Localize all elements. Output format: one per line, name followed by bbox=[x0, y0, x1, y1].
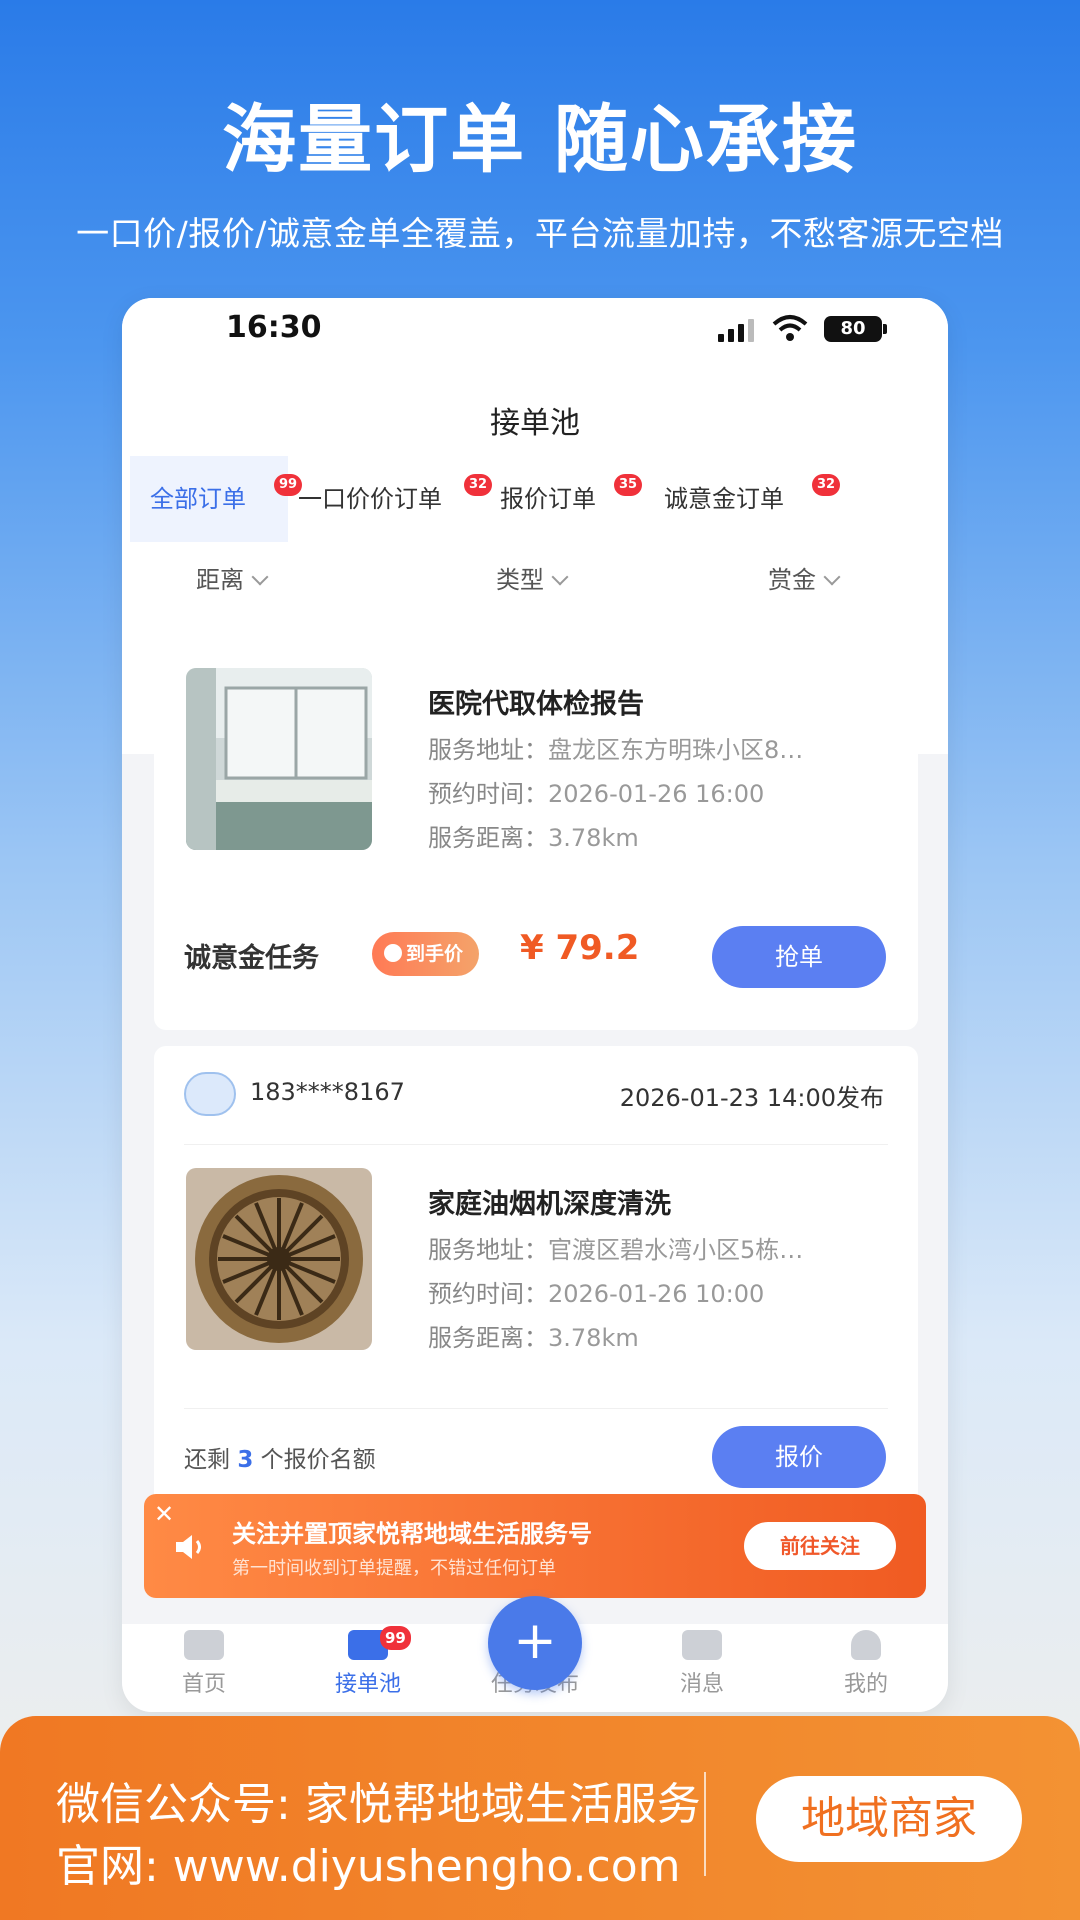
grab-order-button[interactable]: 抢单 bbox=[712, 926, 886, 988]
filter-label: 类型 bbox=[496, 566, 544, 594]
speaker-icon bbox=[176, 1535, 201, 1559]
tab-badge: 32 bbox=[812, 474, 841, 496]
time-label: 预约时间： bbox=[428, 1280, 548, 1308]
avatar bbox=[184, 1072, 236, 1116]
tab-label: 全部订单 bbox=[150, 485, 246, 513]
tab-all-orders[interactable]: 全部订单 bbox=[130, 456, 288, 542]
tab-label: 报价订单 bbox=[500, 485, 596, 513]
tab-badge: 32 bbox=[464, 474, 493, 496]
distance-value: 3.78km bbox=[548, 1324, 639, 1352]
time-value: 2026-01-26 16:00 bbox=[548, 780, 765, 808]
distance-label: 服务距离： bbox=[428, 1324, 548, 1352]
order-price: ¥ 79.2 bbox=[520, 928, 640, 968]
tab-label: 诚意金订单 bbox=[664, 485, 784, 513]
order-type-label: 诚意金任务 bbox=[184, 943, 319, 974]
follow-button[interactable]: 前往关注 bbox=[744, 1522, 896, 1570]
price-tag-label: 到手价 bbox=[406, 943, 464, 965]
order-card[interactable]: 医院代取体检报告 服务地址：盘龙区东方明珠小区8… 预约时间：2026-01-2… bbox=[154, 618, 918, 1030]
price-tag-badge: 到手价 bbox=[372, 932, 480, 976]
filter-row: 距离 类型 赏金 bbox=[122, 560, 948, 610]
filter-reward[interactable]: 赏金 bbox=[768, 560, 841, 595]
status-time: 16:30 bbox=[226, 310, 322, 345]
publisher-phone: 183****8167 bbox=[250, 1078, 405, 1106]
filter-label: 赏金 bbox=[768, 566, 816, 594]
promo-banner: 微信公众号: 家悦帮地域生活服务 官网: www.diyushengho.com… bbox=[0, 1716, 1080, 1920]
divider bbox=[704, 1772, 706, 1876]
quote-button[interactable]: 报价 bbox=[712, 1426, 886, 1488]
tab-deposit-orders[interactable]: 诚意金订单 bbox=[664, 456, 814, 542]
coin-icon bbox=[384, 943, 402, 962]
order-image bbox=[186, 668, 372, 850]
tabbar-item-home[interactable]: 首页 bbox=[144, 1624, 264, 1698]
time-value: 2026-01-26 10:00 bbox=[548, 1280, 765, 1308]
tabbar-label: 首页 bbox=[181, 1672, 226, 1697]
publish-time: 2026-01-23 14:00发布 bbox=[619, 1084, 884, 1112]
filter-distance[interactable]: 距离 bbox=[196, 560, 269, 595]
quota-count: 3 bbox=[237, 1447, 254, 1473]
page-title: 接单池 bbox=[490, 406, 580, 441]
order-distance: 服务距离：3.78km bbox=[428, 818, 639, 853]
tab-badge: 35 bbox=[614, 474, 643, 496]
user-icon bbox=[851, 1630, 881, 1660]
chevron-down-icon bbox=[251, 568, 269, 586]
tabbar-label: 我的 bbox=[843, 1672, 888, 1697]
tabbar-label: 接单池 bbox=[334, 1672, 401, 1697]
notice-title: 关注并置顶家悦帮地域生活服务号 bbox=[232, 1520, 592, 1548]
order-address: 服务地址：盘龙区东方明珠小区8… bbox=[428, 730, 803, 765]
tabbar-item-messages[interactable]: 消息 bbox=[642, 1624, 762, 1698]
tab-quote-orders[interactable]: 报价订单 bbox=[500, 456, 620, 542]
wifi-icon bbox=[772, 315, 808, 341]
chevron-down-icon bbox=[823, 568, 841, 586]
promo-subline: 一口价/报价/诚意金单全覆盖，平台流量加持，不愁客源无空档 bbox=[76, 214, 1004, 253]
divider bbox=[184, 1408, 888, 1409]
tabbar-item-profile[interactable]: 我的 bbox=[806, 1624, 926, 1698]
address-label: 服务地址： bbox=[428, 736, 548, 764]
order-time: 预约时间：2026-01-26 16:00 bbox=[428, 774, 764, 809]
phone-screen: 16:30 80 接单池 全部订单 99 一口价价订单 32 报价订单 35 诚… bbox=[122, 298, 948, 1712]
battery-icon: 80 bbox=[824, 316, 887, 342]
order-time: 预约时间：2026-01-26 10:00 bbox=[428, 1274, 764, 1309]
filter-label: 距离 bbox=[196, 566, 244, 594]
divider bbox=[184, 1144, 888, 1145]
local-merchant-button[interactable]: 地域商家 bbox=[756, 1776, 1022, 1862]
order-title: 医院代取体检报告 bbox=[428, 689, 644, 720]
status-bar: 16:30 80 bbox=[122, 298, 948, 362]
home-icon bbox=[184, 1630, 224, 1660]
tabbar-badge: 99 bbox=[380, 1626, 411, 1650]
tab-label: 一口价价订单 bbox=[298, 485, 442, 513]
close-icon[interactable]: ✕ bbox=[154, 1500, 174, 1528]
order-address: 服务地址：官渡区碧水湾小区5栋… bbox=[428, 1230, 803, 1265]
address-label: 服务地址： bbox=[428, 1236, 548, 1264]
quota-prefix: 还剩 bbox=[184, 1447, 230, 1473]
address-value: 盘龙区东方明珠小区8… bbox=[548, 736, 804, 764]
publish-task-button[interactable]: + bbox=[488, 1596, 582, 1690]
distance-value: 3.78km bbox=[548, 824, 639, 852]
order-card[interactable]: 183****8167 2026-01-23 14:00发布 家庭油烟机深度清洗… bbox=[154, 1046, 918, 1506]
order-image bbox=[186, 1168, 372, 1350]
order-distance: 服务距离：3.78km bbox=[428, 1318, 639, 1353]
order-title: 家庭油烟机深度清洗 bbox=[428, 1189, 671, 1220]
wechat-account-text: 微信公众号: 家悦帮地域生活服务 bbox=[56, 1779, 701, 1830]
website-text: 官网: www.diyushengho.com bbox=[56, 1841, 681, 1892]
quote-quota: 还剩 3 个报价名额 bbox=[184, 1440, 376, 1474]
chevron-down-icon bbox=[551, 568, 569, 586]
quota-suffix: 个报价名额 bbox=[260, 1447, 376, 1473]
follow-notice: ✕ 关注并置顶家悦帮地域生活服务号 第一时间收到订单提醒，不错过任何订单 前往关… bbox=[144, 1494, 926, 1598]
message-icon bbox=[682, 1630, 722, 1660]
notice-subtitle: 第一时间收到订单提醒，不错过任何订单 bbox=[232, 1558, 556, 1579]
time-label: 预约时间： bbox=[428, 780, 548, 808]
distance-label: 服务距离： bbox=[428, 824, 548, 852]
address-value: 官渡区碧水湾小区5栋… bbox=[548, 1236, 804, 1264]
tabbar-label: 消息 bbox=[679, 1672, 724, 1697]
signal-icon bbox=[718, 319, 754, 342]
promo-headline: 海量订单 随心承接 bbox=[222, 97, 858, 183]
filter-type[interactable]: 类型 bbox=[496, 560, 569, 595]
order-tabs-row: 全部订单 99 一口价价订单 32 报价订单 35 诚意金订单 32 bbox=[122, 456, 948, 542]
tab-fixed-price-orders[interactable]: 一口价价订单 bbox=[298, 456, 468, 542]
